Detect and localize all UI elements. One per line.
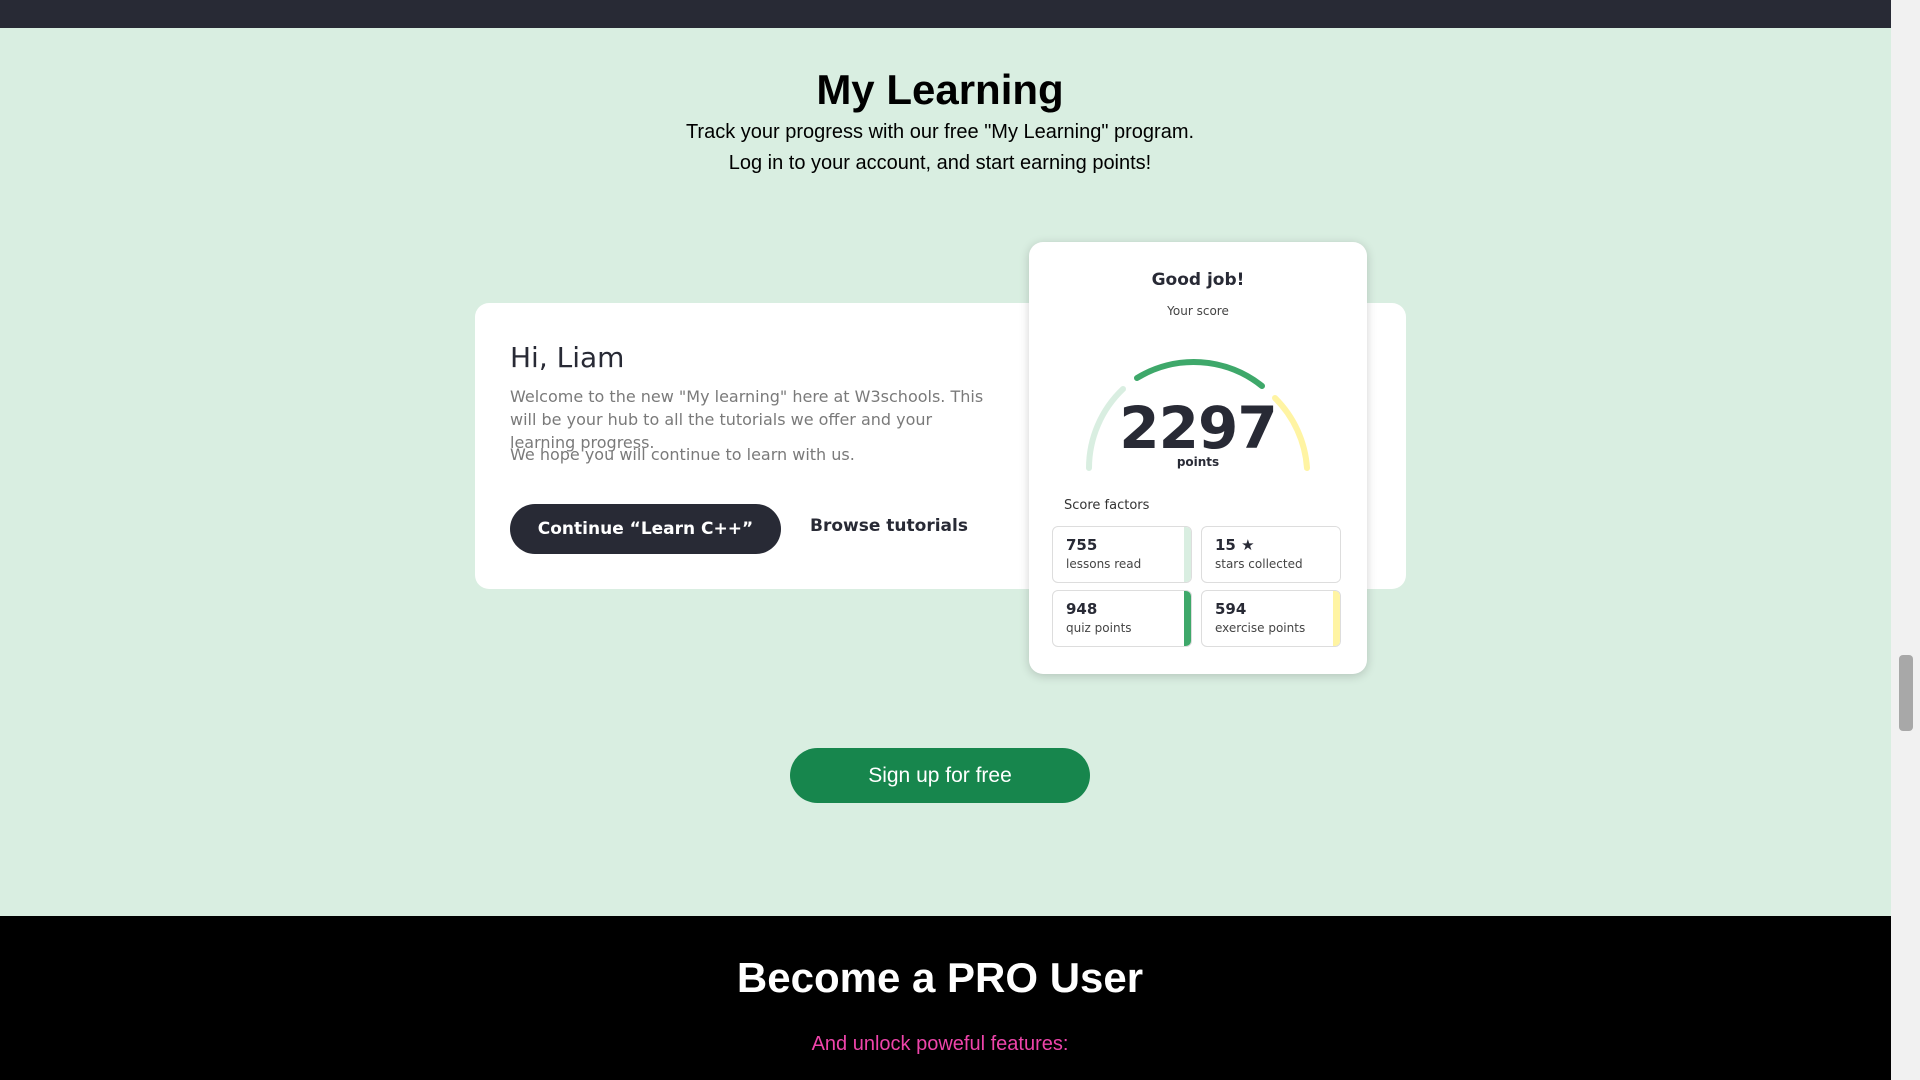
scrollbar-thumb[interactable] [1899, 655, 1913, 731]
factor-value: 15 [1215, 536, 1236, 554]
factor-color-bar [1184, 527, 1191, 582]
gauge-arc-middle [1134, 359, 1265, 389]
browse-tutorials-link[interactable]: Browse tutorials [810, 516, 968, 536]
welcome-text: Welcome to the new "My learning" here at… [510, 387, 984, 452]
pro-title: Become a PRO User [736, 954, 1144, 1001]
score-value: 2297 [1119, 394, 1277, 462]
pro-section: Become a PRO User And unlock poweful fea… [0, 916, 1891, 1080]
factor-color-bar [1184, 591, 1191, 646]
factor-label: stars collected [1215, 557, 1303, 571]
factor-label: lessons read [1066, 557, 1142, 571]
section-subtitle-line1: Track your progress with our free "My Le… [685, 121, 1195, 143]
factor-color-bar [1333, 591, 1340, 646]
signup-button[interactable]: Sign up for free [790, 748, 1090, 803]
factor-stars-collected: 15 ★ stars collected [1201, 526, 1341, 583]
factor-value: 948 [1066, 600, 1098, 618]
score-card: Good job! Your score 2297 points Score f… [1029, 242, 1367, 674]
points-label: points [1176, 455, 1220, 469]
factor-value: 594 [1215, 600, 1247, 618]
star-icon: ★ [1241, 536, 1255, 554]
hope-text: We hope you will continue to learn with … [510, 445, 855, 464]
factor-exercise-points: 594 exercise points [1201, 590, 1341, 647]
vertical-scrollbar[interactable] [1891, 0, 1920, 1080]
factor-quiz-points: 948 quiz points [1052, 590, 1192, 647]
pro-subtitle: And unlock poweful features: [811, 1033, 1069, 1055]
score-factors-title: Score factors [1064, 498, 1150, 513]
continue-learning-button[interactable]: Continue “Learn C++” [510, 504, 781, 554]
factor-value-wrap: 15 ★ [1215, 536, 1255, 554]
your-score-label: Your score [1167, 304, 1229, 318]
section-subtitle-line2: Log in to your account, and start earnin… [728, 152, 1152, 174]
factor-label: quiz points [1066, 621, 1132, 635]
factor-label: exercise points [1215, 621, 1306, 635]
score-heading: Good job! [1151, 270, 1245, 290]
my-learning-section: My Learning Track your progress with our… [0, 28, 1891, 916]
greeting: Hi, Liam [510, 341, 625, 374]
factor-lessons-read: 755 lessons read [1052, 526, 1192, 583]
factor-color-bar [1333, 527, 1340, 582]
factor-value: 755 [1066, 536, 1098, 554]
top-navbar [0, 0, 1891, 28]
section-title: My Learning [816, 66, 1064, 113]
